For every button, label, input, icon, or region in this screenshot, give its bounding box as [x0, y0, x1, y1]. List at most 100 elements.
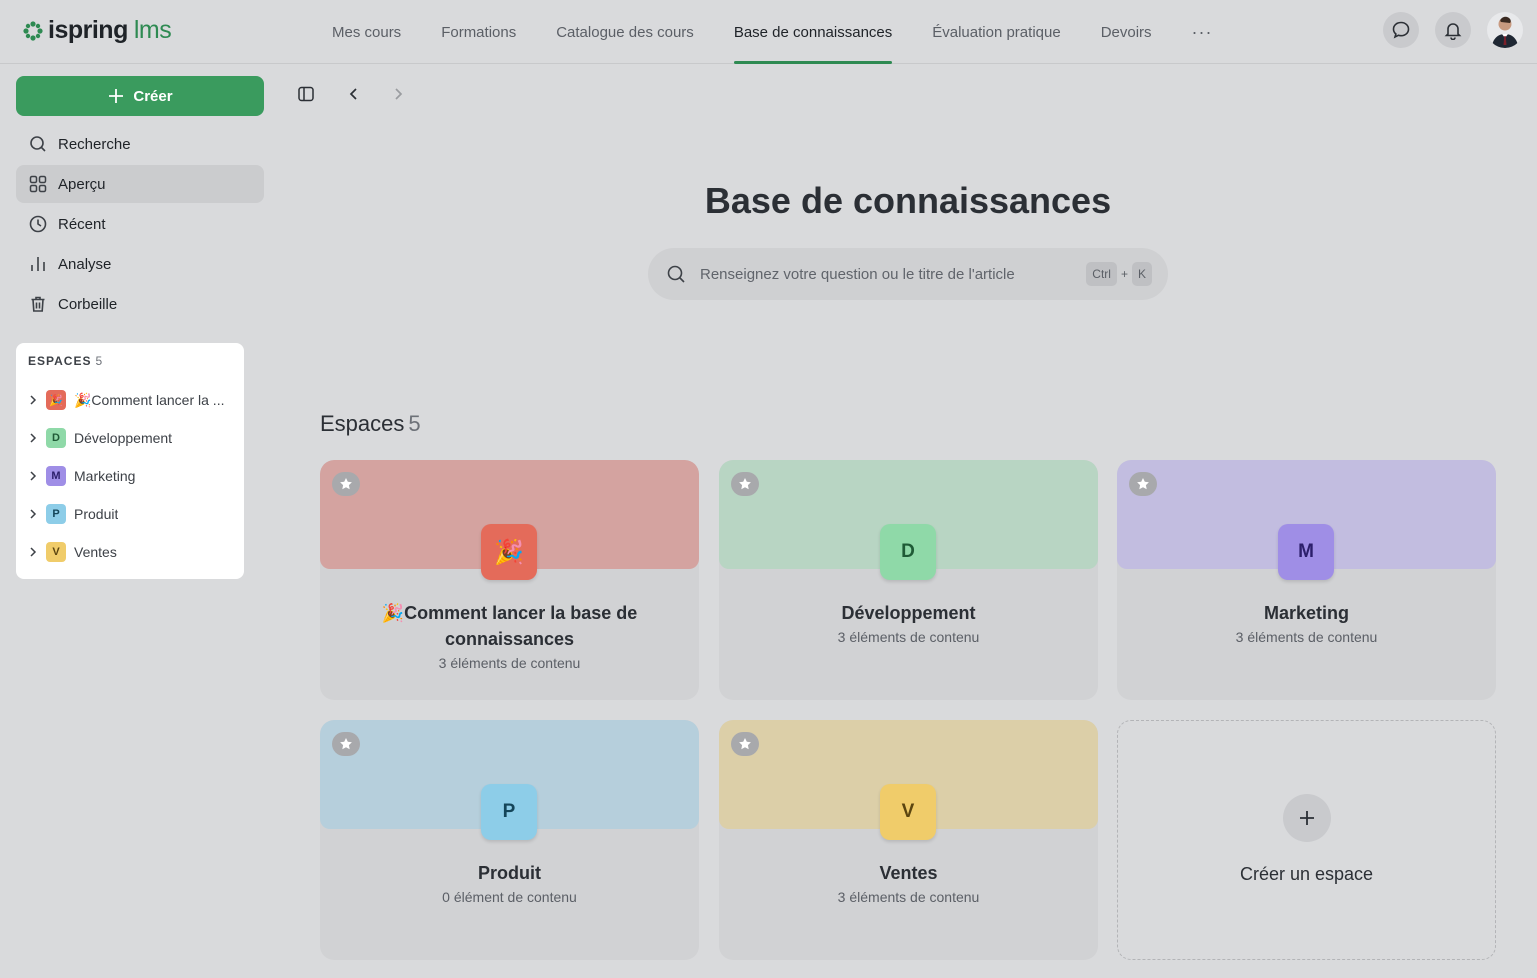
nav-catalogue[interactable]: Catalogue des cours	[536, 0, 714, 64]
favorite-star-button[interactable]	[731, 732, 759, 756]
space-card-ventes[interactable]: V Ventes 3 éléments de contenu	[719, 720, 1098, 960]
keyboard-shortcut-hint: Ctrl + K	[1086, 262, 1152, 286]
search-icon	[667, 265, 685, 283]
chevron-right-icon[interactable]	[26, 393, 40, 407]
create-space-card[interactable]: Créer un espace	[1117, 720, 1496, 960]
bar-chart-icon	[31, 257, 45, 271]
star-icon	[340, 738, 352, 750]
plus-icon	[109, 89, 124, 103]
space-card-produit[interactable]: P Produit 0 élément de contenu	[320, 720, 699, 960]
space-label: Développement	[74, 430, 173, 446]
forward-button[interactable]	[386, 82, 410, 106]
toggle-sidebar-button[interactable]	[294, 82, 318, 106]
spaces-panel-title: ESPACES 5	[28, 354, 104, 368]
card-title: 🎉Comment lancer la base de connaissances	[381, 603, 638, 649]
favorite-star-button[interactable]	[332, 732, 360, 756]
section-count: 5	[408, 411, 421, 436]
user-avatar[interactable]	[1487, 12, 1523, 48]
star-icon	[739, 478, 751, 490]
sidebar-item-analyse[interactable]: Analyse	[16, 245, 264, 283]
space-label: Produit	[74, 506, 119, 522]
kbd-ctrl: Ctrl	[1086, 262, 1117, 286]
card-badge: 🎉	[481, 524, 537, 580]
card-title: Développement	[841, 603, 976, 623]
space-label: Ventes	[74, 544, 117, 560]
plus-icon	[1300, 811, 1314, 825]
space-label: Marketing	[74, 468, 136, 484]
space-badge: V	[46, 542, 66, 562]
card-item-count: 0 élément de contenu	[442, 889, 577, 905]
chevron-right-icon[interactable]	[26, 431, 40, 445]
star-icon	[739, 738, 751, 750]
chevron-left-icon	[349, 88, 357, 100]
nav-devoirs[interactable]: Devoirs	[1081, 0, 1172, 64]
space-card-marketing[interactable]: M Marketing 3 éléments de contenu	[1117, 460, 1496, 700]
card-item-count: 3 éléments de contenu	[438, 655, 581, 671]
create-button[interactable]: Créer	[16, 76, 264, 116]
back-button[interactable]	[342, 82, 366, 106]
create-space-plus-button[interactable]	[1283, 794, 1331, 842]
sidebar-item-recherche[interactable]: Recherche	[16, 125, 264, 163]
chat-button[interactable]	[1383, 12, 1419, 48]
favorite-star-button[interactable]	[731, 472, 759, 496]
sidebar-item-apercu[interactable]: Aperçu	[16, 165, 264, 203]
sidebar-space-marketing[interactable]: M Marketing	[16, 457, 244, 495]
sidebar-item-label: Aperçu	[58, 175, 106, 193]
sidebar-menu: Recherche Aperçu Récent Analyse Corbeill…	[16, 125, 264, 325]
nav-formations[interactable]: Formations	[421, 0, 536, 64]
section-title-espaces: Espaces 5	[320, 411, 421, 436]
trash-icon	[31, 296, 45, 312]
sidebar-space-comment-lancer[interactable]: 🎉 🎉Comment lancer la ...	[16, 381, 244, 419]
chevron-right-icon[interactable]	[26, 469, 40, 483]
favorite-star-button[interactable]	[332, 472, 360, 496]
nav-mes-cours[interactable]: Mes cours	[312, 0, 421, 64]
chevron-right-icon	[395, 88, 403, 100]
page-title: Base de connaissances	[704, 180, 1112, 221]
card-title: Produit	[478, 863, 541, 883]
nav-more-button[interactable]: ···	[1172, 0, 1233, 64]
logo[interactable]: ispring lms	[22, 16, 172, 45]
card-badge: P	[481, 784, 537, 840]
space-badge: 🎉	[46, 390, 66, 410]
logo-text: ispring lms	[48, 16, 172, 44]
card-badge: V	[880, 784, 936, 840]
knowledge-search[interactable]: Ctrl + K	[648, 248, 1168, 300]
sidebar-item-corbeille[interactable]: Corbeille	[16, 285, 264, 323]
sidebar-item-label: Analyse	[58, 255, 112, 273]
card-item-count: 3 éléments de contenu	[837, 629, 980, 645]
search-input[interactable]	[700, 265, 1070, 283]
star-icon	[340, 478, 352, 490]
bell-icon	[1444, 23, 1462, 40]
space-badge: D	[46, 428, 66, 448]
kbd-k: K	[1131, 262, 1152, 286]
spaces-count: 5	[95, 354, 104, 368]
card-badge: D	[880, 524, 936, 580]
create-space-label: Créer un espace	[1239, 864, 1374, 884]
sidebar-space-produit[interactable]: P Produit	[16, 495, 244, 533]
chevron-right-icon[interactable]	[26, 545, 40, 559]
notifications-button[interactable]	[1435, 12, 1471, 48]
search-icon	[30, 136, 46, 152]
chevron-right-icon[interactable]	[26, 507, 40, 521]
sidebar-toggle-icon	[298, 86, 314, 102]
space-card-comment-lancer[interactable]: 🎉 🎉Comment lancer la base de connaissanc…	[320, 460, 699, 700]
sidebar-space-developpement[interactable]: D Développement	[16, 419, 244, 457]
sidebar-item-label: Recherche	[58, 135, 131, 153]
clock-icon	[29, 215, 47, 233]
card-title: Ventes	[879, 863, 938, 883]
space-label: 🎉Comment lancer la ...	[74, 391, 225, 408]
nav-base-de-connaissances[interactable]: Base de connaissances	[714, 0, 912, 64]
sidebar-space-ventes[interactable]: V Ventes	[16, 533, 244, 571]
sidebar-item-recent[interactable]: Récent	[16, 205, 264, 243]
nav-evaluation-pratique[interactable]: Évaluation pratique	[912, 0, 1080, 64]
space-badge: M	[46, 466, 66, 486]
favorite-star-button[interactable]	[1129, 472, 1157, 496]
sidebar-item-label: Récent	[58, 215, 106, 233]
space-card-developpement[interactable]: D Développement 3 éléments de contenu	[719, 460, 1098, 700]
space-badge: P	[46, 504, 66, 524]
card-badge: M	[1278, 524, 1334, 580]
logo-icon	[23, 20, 43, 41]
chat-bubble-icon	[1392, 21, 1410, 39]
spaces-panel: ESPACES 5 🎉 🎉Comment lancer la ... D Déve…	[16, 343, 244, 579]
top-actions	[1383, 12, 1523, 48]
